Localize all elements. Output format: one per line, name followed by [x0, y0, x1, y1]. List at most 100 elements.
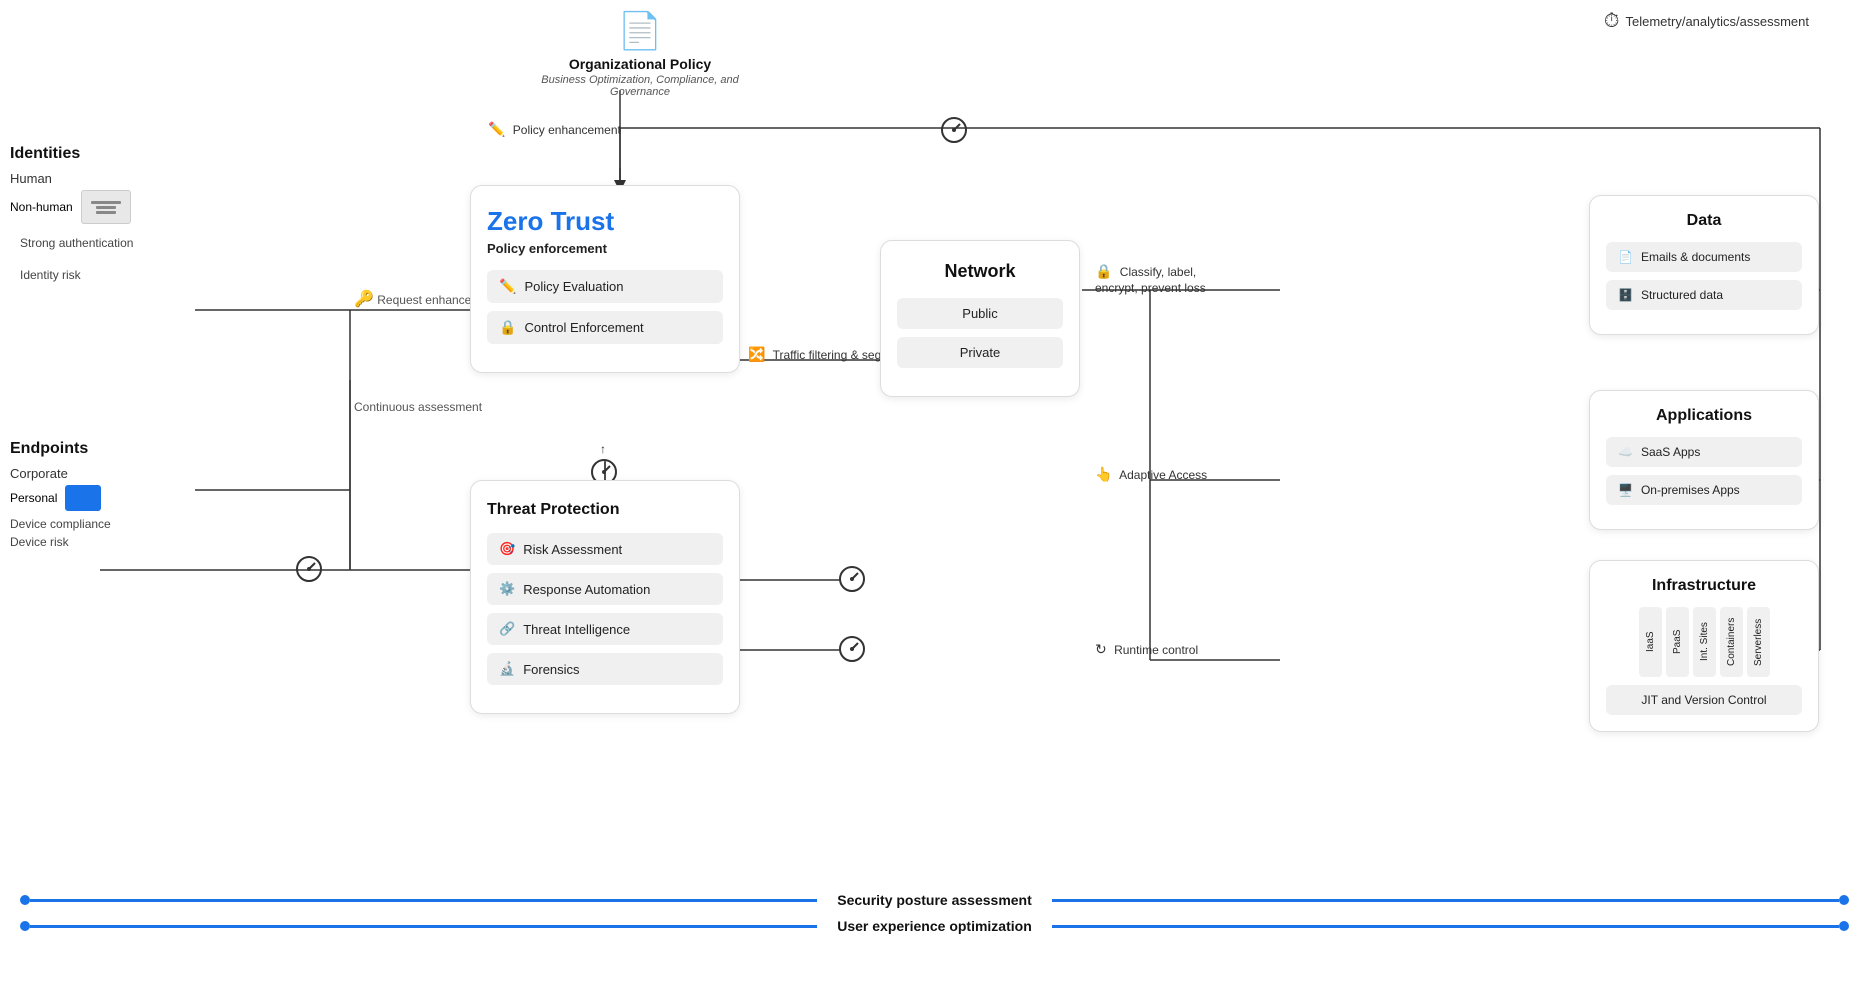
cloud-icon: ☁️ — [1618, 445, 1633, 459]
share-icon: 🔗 — [499, 621, 515, 637]
user-experience-bar: User experience optimization — [0, 918, 1869, 934]
onprem-item: 🖥️ On-premises Apps — [1606, 475, 1802, 505]
security-line-right — [1052, 899, 1839, 902]
threat-intelligence-label: Threat Intelligence — [523, 622, 630, 637]
forensics-item: 🔬 Forensics — [487, 653, 723, 685]
emails-docs-label: Emails & documents — [1641, 250, 1750, 264]
docs-icon: 📄 — [1618, 250, 1633, 264]
emails-docs-item: 📄 Emails & documents — [1606, 242, 1802, 272]
jit-bar: JIT and Version Control — [1606, 685, 1802, 715]
threat-title: Threat Protection — [487, 501, 723, 519]
data-box: Data 📄 Emails & documents 🗄️ Structured … — [1589, 195, 1819, 335]
ux-dot-right — [1839, 921, 1849, 931]
runtime-control-label: ↻ Runtime control — [1095, 640, 1198, 659]
policy-evaluation-label: Policy Evaluation — [524, 279, 623, 294]
adaptive-access-label: 👆 Adaptive Access — [1095, 465, 1207, 484]
policy-evaluation-item: ✏️ Policy Evaluation — [487, 270, 723, 303]
security-line-left — [30, 899, 817, 902]
paas-col: PaaS — [1666, 607, 1689, 677]
security-posture-label: Security posture assessment — [817, 892, 1052, 908]
structured-data-label: Structured data — [1641, 288, 1723, 302]
device-icon — [65, 485, 101, 511]
response-automation-label: Response Automation — [523, 582, 650, 597]
id-card-icon — [81, 190, 131, 224]
bottom-bars: Security posture assessment User experie… — [0, 892, 1869, 934]
org-policy-subtitle: Business Optimization, Compliance, and G… — [540, 74, 740, 98]
server-icon: 🖥️ — [1618, 483, 1633, 497]
containers-label: Containers — [1726, 618, 1737, 666]
response-automation-item: ⚙️ Response Automation — [487, 573, 723, 605]
zero-trust-box: Zero Trust Policy enforcement ✏️ Policy … — [470, 185, 740, 373]
forensics-icon: 🔬 — [499, 661, 515, 677]
control-enforcement-label: Control Enforcement — [524, 320, 643, 335]
structured-data-item: 🗄️ Structured data — [1606, 280, 1802, 310]
int-sites-label: Int. Sites — [1699, 623, 1710, 662]
pencil-icon: ✏️ — [499, 278, 516, 295]
containers-col: Containers — [1720, 607, 1743, 677]
org-policy-section: 📄 Organizational Policy Business Optimiz… — [540, 10, 740, 98]
ux-line-left — [30, 925, 817, 928]
saas-item: ☁️ SaaS Apps — [1606, 437, 1802, 467]
identity-risk-label: Identity risk — [20, 268, 141, 284]
endpoint-corporate: Corporate — [10, 466, 111, 481]
up-arrow: ↑ — [600, 442, 606, 456]
jit-label: JIT and Version Control — [1641, 693, 1766, 707]
speedo-threat-bottom — [838, 635, 866, 668]
onprem-label: On-premises Apps — [1641, 483, 1740, 497]
saas-label: SaaS Apps — [1641, 445, 1700, 459]
infra-title: Infrastructure — [1606, 577, 1802, 595]
telemetry-text: Telemetry/analytics/assessment — [1625, 14, 1809, 29]
ux-dot-left — [20, 921, 30, 931]
zero-trust-title: Zero Trust — [487, 206, 723, 237]
device-risk-label: Device risk — [10, 535, 111, 549]
corporate-label: Corporate — [10, 466, 68, 481]
org-policy-title: Organizational Policy — [540, 56, 740, 72]
telemetry-label: ⏱ Telemetry/analytics/assessment — [1604, 10, 1809, 33]
speedo-bottom-left — [295, 555, 323, 588]
human-label: Human — [10, 171, 52, 186]
security-posture-bar: Security posture assessment — [0, 892, 1869, 908]
serverless-label: Serverless — [1753, 618, 1764, 665]
user-experience-label: User experience optimization — [817, 918, 1052, 934]
endpoints-section: Endpoints Corporate Personal Device comp… — [10, 440, 111, 549]
network-public: Public — [897, 298, 1063, 329]
non-human-label: Non-human — [10, 200, 73, 214]
db-icon: 🗄️ — [1618, 288, 1633, 302]
speedo-threat-right — [838, 565, 866, 598]
applications-box: Applications ☁️ SaaS Apps 🖥️ On-premises… — [1589, 390, 1819, 530]
data-title: Data — [1606, 212, 1802, 230]
risk-assessment-label: Risk Assessment — [523, 542, 622, 557]
strong-auth-label: Strong authentication — [20, 236, 141, 252]
diagram-container: ⏱ Telemetry/analytics/assessment 📄 Organ… — [0, 0, 1869, 994]
gear-icon: ⚙️ — [499, 581, 515, 597]
telemetry-icon: ⏱ — [1604, 10, 1620, 33]
paas-label: PaaS — [1672, 630, 1683, 654]
identity-human: Human — [10, 171, 131, 186]
org-policy-icon: 📄 — [540, 10, 740, 52]
speedo-top — [940, 116, 968, 149]
identities-section: Identities Human Non-human Strong authen… — [10, 145, 131, 263]
zero-trust-subtitle: Policy enforcement — [487, 241, 723, 256]
continuous-assessment-label: Continuous assessment — [354, 400, 482, 416]
risk-icon: 🎯 — [499, 541, 515, 557]
iaas-col: IaaS — [1639, 607, 1662, 677]
policy-enhancement-text: Policy enhancement — [513, 123, 621, 137]
iaas-label: IaaS — [1645, 632, 1656, 653]
threat-intelligence-item: 🔗 Threat Intelligence — [487, 613, 723, 645]
threat-protection-box: Threat Protection 🎯 Risk Assessment ⚙️ R… — [470, 480, 740, 714]
personal-label: Personal — [10, 491, 57, 505]
policy-enhancement-label: ✏️ Policy enhancement — [488, 120, 621, 139]
apps-title: Applications — [1606, 407, 1802, 425]
forensics-label: Forensics — [523, 662, 579, 677]
control-enforcement-item: 🔒 Control Enforcement — [487, 311, 723, 344]
ux-line-right — [1052, 925, 1839, 928]
network-title: Network — [897, 261, 1063, 282]
lock-icon: 🔒 — [499, 319, 516, 336]
infra-columns: IaaS PaaS Int. Sites Containers Serverle… — [1606, 607, 1802, 677]
security-dot-right — [1839, 895, 1849, 905]
infrastructure-box: Infrastructure IaaS PaaS Int. Sites Cont… — [1589, 560, 1819, 732]
security-dot-left — [20, 895, 30, 905]
endpoints-title: Endpoints — [10, 440, 111, 458]
risk-assessment-item: 🎯 Risk Assessment — [487, 533, 723, 565]
int-sites-col: Int. Sites — [1693, 607, 1716, 677]
